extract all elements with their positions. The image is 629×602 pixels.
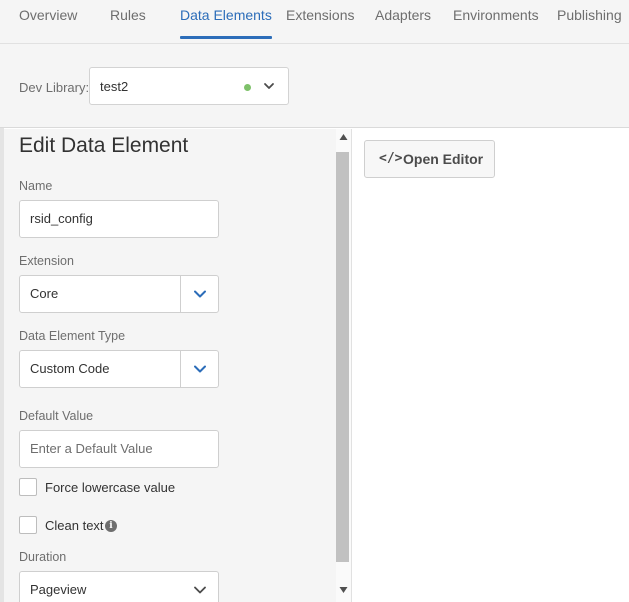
duration-value: Pageview	[30, 582, 87, 597]
tab-publishing[interactable]: Publishing	[557, 0, 622, 44]
edit-panel: Edit Data Element Name rsid_config Exten…	[4, 129, 336, 602]
extension-select[interactable]: Core	[19, 275, 219, 313]
type-label: Data Element Type	[19, 329, 126, 343]
name-field[interactable]: rsid_config	[19, 200, 219, 238]
name-label: Name	[19, 179, 53, 193]
default-value-field[interactable]: Enter a Default Value	[19, 430, 219, 468]
chevron-down-icon	[194, 586, 206, 594]
dev-library-label: Dev Library:	[19, 80, 90, 95]
tab-extensions[interactable]: Extensions	[286, 0, 354, 44]
tab-adapters[interactable]: Adapters	[375, 0, 431, 44]
duration-select[interactable]: Pageview	[19, 571, 219, 602]
dev-library-select[interactable]: test2	[89, 67, 289, 105]
open-editor-button[interactable]: </> Open Editor	[364, 140, 495, 178]
code-icon: </>	[379, 151, 403, 166]
dev-library-value: test2	[100, 79, 129, 94]
open-editor-label: Open Editor	[403, 151, 484, 167]
scroll-down-arrow-icon[interactable]	[339, 586, 348, 594]
clean-text-checkbox[interactable]	[19, 516, 37, 534]
info-icon[interactable]: i	[105, 520, 117, 532]
tab-overview[interactable]: Overview	[19, 0, 77, 44]
library-status-dot	[244, 84, 251, 91]
type-value: Custom Code	[30, 361, 110, 376]
clean-text-label: Clean text	[45, 518, 104, 533]
panel-title: Edit Data Element	[19, 134, 189, 157]
library-bar: Dev Library: test2	[0, 44, 629, 128]
chevron-down-icon	[264, 83, 274, 89]
scrollbar-thumb[interactable]	[336, 152, 349, 562]
force-lowercase-label: Force lowercase value	[45, 480, 176, 495]
scroll-up-arrow-icon[interactable]	[339, 133, 348, 141]
type-dropdown-button[interactable]	[181, 351, 219, 387]
tab-data-elements[interactable]: Data Elements	[180, 0, 272, 44]
chevron-down-icon	[194, 290, 206, 298]
data-element-type-select[interactable]: Custom Code	[19, 350, 219, 388]
force-lowercase-checkbox[interactable]	[19, 478, 37, 496]
extension-dropdown-button[interactable]	[181, 276, 219, 312]
panel-divider	[351, 129, 352, 602]
tab-rules[interactable]: Rules	[110, 0, 146, 44]
duration-label: Duration	[19, 550, 67, 564]
tab-environments[interactable]: Environments	[453, 0, 539, 44]
default-value-label: Default Value	[19, 409, 94, 423]
extension-value: Core	[30, 286, 59, 301]
top-nav: Overview Rules Data Elements Extensions …	[0, 0, 629, 44]
chevron-down-icon	[194, 365, 206, 373]
extension-label: Extension	[19, 254, 74, 268]
